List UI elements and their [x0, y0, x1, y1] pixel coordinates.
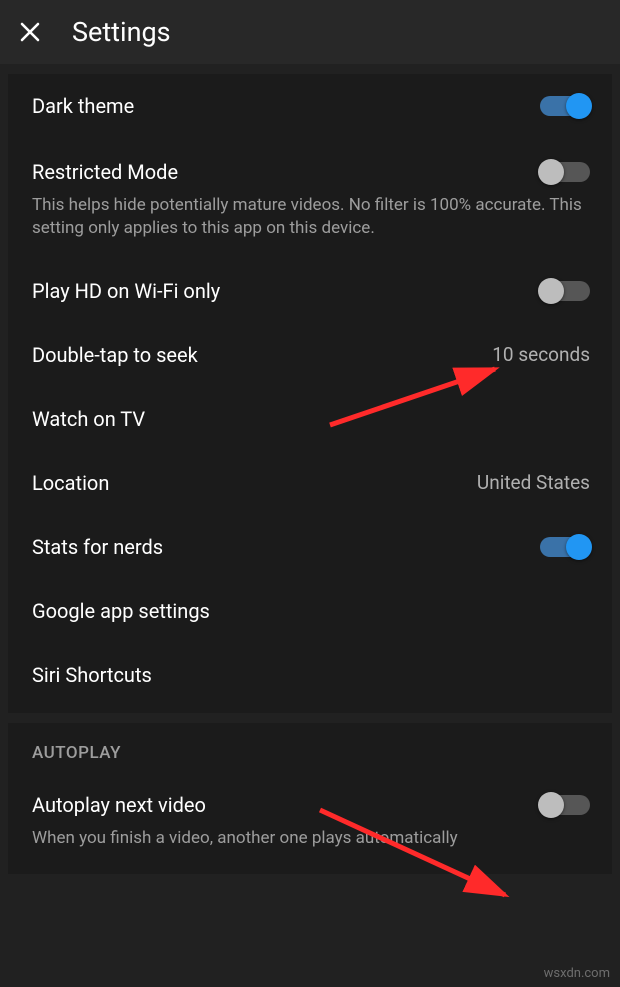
- location-label: Location: [32, 471, 109, 495]
- restricted-mode-toggle[interactable]: [540, 162, 590, 182]
- autoplay-section-header: AUTOPLAY: [8, 723, 612, 771]
- close-icon[interactable]: [18, 20, 42, 44]
- row-autoplay-next-video[interactable]: Autoplay next video: [8, 771, 612, 835]
- autoplay-next-video-desc: When you finish a video, another one pla…: [8, 827, 612, 868]
- play-hd-wifi-toggle[interactable]: [540, 281, 590, 301]
- page-title: Settings: [72, 16, 171, 48]
- row-google-app-settings[interactable]: Google app settings: [8, 579, 612, 643]
- row-double-tap[interactable]: Double-tap to seek 10 seconds: [8, 323, 612, 387]
- google-app-settings-label: Google app settings: [32, 599, 210, 623]
- row-dark-theme[interactable]: Dark theme: [8, 74, 612, 138]
- row-stats-for-nerds[interactable]: Stats for nerds: [8, 515, 612, 579]
- watch-on-tv-label: Watch on TV: [32, 407, 145, 431]
- row-location[interactable]: Location United States: [8, 451, 612, 515]
- row-play-hd-wifi[interactable]: Play HD on Wi-Fi only: [8, 259, 612, 323]
- row-watch-on-tv[interactable]: Watch on TV: [8, 387, 612, 451]
- autoplay-next-video-toggle[interactable]: [540, 795, 590, 815]
- restricted-mode-desc: This helps hide potentially mature video…: [8, 194, 612, 259]
- stats-for-nerds-toggle[interactable]: [540, 537, 590, 557]
- play-hd-wifi-label: Play HD on Wi-Fi only: [32, 279, 220, 303]
- autoplay-panel: AUTOPLAY Autoplay next video When you fi…: [8, 723, 612, 874]
- settings-panel: Dark theme Restricted Mode This helps hi…: [8, 74, 612, 713]
- double-tap-value: 10 seconds: [492, 343, 590, 366]
- row-siri-shortcuts[interactable]: Siri Shortcuts: [8, 643, 612, 707]
- stats-for-nerds-label: Stats for nerds: [32, 535, 163, 559]
- watermark: wsxdn.com: [544, 966, 610, 981]
- header: Settings: [0, 0, 620, 64]
- autoplay-next-video-label: Autoplay next video: [32, 793, 206, 817]
- siri-shortcuts-label: Siri Shortcuts: [32, 663, 152, 687]
- dark-theme-label: Dark theme: [32, 94, 134, 118]
- double-tap-label: Double-tap to seek: [32, 343, 198, 367]
- restricted-mode-label: Restricted Mode: [32, 160, 178, 184]
- row-restricted-mode[interactable]: Restricted Mode: [8, 138, 612, 202]
- dark-theme-toggle[interactable]: [540, 96, 590, 116]
- location-value: United States: [477, 471, 590, 494]
